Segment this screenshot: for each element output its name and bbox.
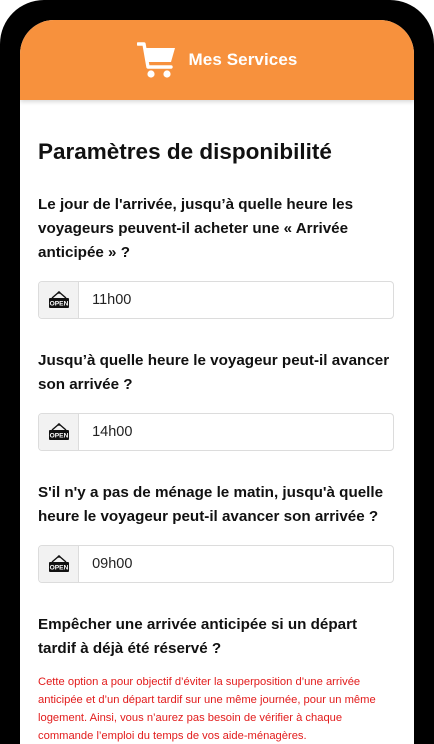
question-advance-arrival: Jusqu’à quelle heure le voyageur peut-il… [38,352,390,393]
early-purchase-time-input[interactable] [79,282,393,318]
early-purchase-time-field[interactable]: OPEN [38,281,394,319]
advance-arrival-time-input[interactable] [79,414,393,450]
svg-text:OPEN: OPEN [49,301,68,308]
no-cleaning-arrival-time-input[interactable] [79,546,393,582]
app-header: Mes Services [20,20,414,100]
question-no-cleaning-arrival: S'il n'y a pas de ménage le matin, jusqu… [38,484,384,525]
main-content: Paramètres de disponibilité Le jour de l… [20,138,414,744]
question-early-purchase-deadline: Le jour de l'arrivée, jusqu’à quelle heu… [38,196,354,261]
advance-arrival-time-field[interactable]: OPEN [38,413,394,451]
prevent-early-arrival-note: Cette option a pour objectif d’éviter la… [38,676,376,742]
app-screen: Mes Services Paramètres de disponibilité… [20,20,414,744]
cart-icon [136,41,177,79]
open-sign-icon: OPEN [39,414,80,450]
open-sign-icon: OPEN [39,282,80,318]
svg-text:OPEN: OPEN [49,565,68,572]
app-title: Mes Services [188,50,298,69]
question-prevent-early-arrival: Empêcher une arrivée anticipée si un dép… [38,616,358,657]
phone-frame: Mes Services Paramètres de disponibilité… [0,0,434,744]
svg-text:OPEN: OPEN [49,433,68,440]
no-cleaning-arrival-time-field[interactable]: OPEN [38,545,394,583]
open-sign-icon: OPEN [39,546,80,582]
page-title: Paramètres de disponibilité [38,139,332,164]
